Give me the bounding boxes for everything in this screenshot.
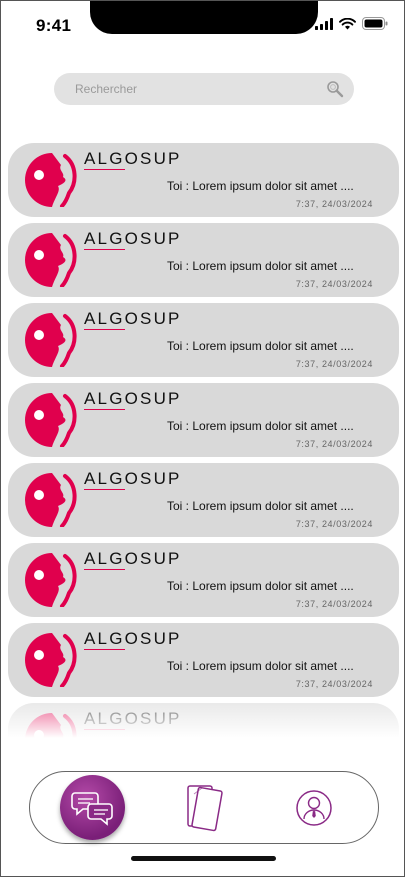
conversation-name: ALGOSUP — [84, 469, 182, 488]
status-time: 9:41 — [36, 16, 72, 35]
conversation-timestamp: 7:37, 24/03/2024 — [295, 199, 373, 209]
conversation-preview: Toi : Lorem ipsum dolor sit amet .... — [167, 579, 354, 593]
phone-screen: 9:41 ALGOSUP — [0, 0, 405, 877]
conversation-item[interactable]: ALGOSUP Toi : Lorem ipsum dolor sit amet… — [8, 463, 399, 537]
conversation-list[interactable]: ALGOSUP Toi : Lorem ipsum dolor sit amet… — [8, 143, 399, 743]
profile-icon — [296, 790, 332, 826]
conversation-timestamp: 7:37, 24/03/2024 — [295, 599, 373, 609]
list-fade-overlay — [8, 698, 399, 743]
conversation-item[interactable]: ALGOSUP Toi : Lorem ipsum dolor sit amet… — [8, 543, 399, 617]
nav-profile-button[interactable] — [294, 788, 334, 828]
algosup-logo-icon — [25, 553, 77, 607]
nav-cards-button[interactable] — [185, 782, 225, 834]
conversation-timestamp: 7:37, 24/03/2024 — [295, 519, 373, 529]
cards-icon — [187, 785, 223, 832]
chat-bubbles-icon — [70, 791, 113, 826]
conversation-name: ALGOSUP — [84, 309, 182, 328]
brand-underline — [84, 569, 125, 570]
conversation-timestamp: 7:37, 24/03/2024 — [295, 279, 373, 289]
algosup-logo-icon — [25, 393, 77, 447]
algosup-logo-icon — [25, 313, 77, 367]
search-icon[interactable] — [326, 80, 344, 98]
conversation-name: ALGOSUP — [84, 549, 182, 568]
search-bar[interactable] — [54, 73, 354, 105]
brand-underline — [84, 489, 125, 490]
conversation-timestamp: 7:37, 24/03/2024 — [295, 439, 373, 449]
conversation-item[interactable]: ALGOSUP Toi : Lorem ipsum dolor sit amet… — [8, 623, 399, 697]
conversation-name: ALGOSUP — [84, 229, 182, 248]
cellular-signal-icon — [315, 17, 333, 30]
conversation-preview: Toi : Lorem ipsum dolor sit amet .... — [167, 419, 354, 433]
bottom-nav — [29, 771, 379, 844]
battery-icon — [362, 17, 388, 30]
brand-underline — [84, 249, 125, 250]
brand-underline — [84, 649, 125, 650]
search-input[interactable] — [75, 73, 315, 105]
conversation-item[interactable]: ALGOSUP Toi : Lorem ipsum dolor sit amet… — [8, 223, 399, 297]
conversation-preview: Toi : Lorem ipsum dolor sit amet .... — [167, 499, 354, 513]
conversation-preview: Toi : Lorem ipsum dolor sit amet .... — [167, 179, 354, 193]
wifi-icon — [339, 17, 356, 29]
algosup-logo-icon — [25, 233, 77, 287]
conversation-name: ALGOSUP — [84, 629, 182, 648]
algosup-logo-icon — [25, 473, 77, 527]
algosup-logo-icon — [25, 633, 77, 687]
conversation-name: ALGOSUP — [84, 389, 182, 408]
brand-underline — [84, 329, 125, 330]
conversation-name: ALGOSUP — [84, 149, 182, 168]
brand-underline — [84, 409, 125, 410]
home-indicator — [131, 856, 276, 861]
conversation-timestamp: 7:37, 24/03/2024 — [295, 359, 373, 369]
conversation-item[interactable]: ALGOSUP Toi : Lorem ipsum dolor sit amet… — [8, 303, 399, 377]
conversation-preview: Toi : Lorem ipsum dolor sit amet .... — [167, 339, 354, 353]
conversation-item[interactable]: ALGOSUP Toi : Lorem ipsum dolor sit amet… — [8, 383, 399, 457]
conversation-timestamp: 7:37, 24/03/2024 — [295, 679, 373, 689]
nav-messages-button[interactable] — [60, 775, 125, 840]
status-icons — [315, 17, 388, 30]
brand-underline — [84, 169, 125, 170]
algosup-logo-icon — [25, 153, 77, 207]
conversation-preview: Toi : Lorem ipsum dolor sit amet .... — [167, 659, 354, 673]
notch — [90, 1, 318, 34]
conversation-preview: Toi : Lorem ipsum dolor sit amet .... — [167, 259, 354, 273]
conversation-item[interactable]: ALGOSUP Toi : Lorem ipsum dolor sit amet… — [8, 143, 399, 217]
